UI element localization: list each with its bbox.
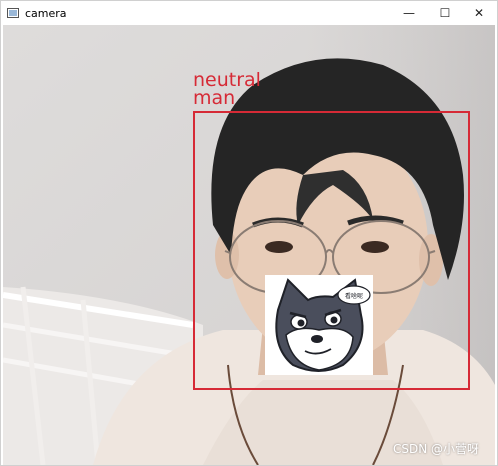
camera-frame: 看啥呢 neutral man CSDN @小菅呀	[3, 25, 495, 465]
title-bar[interactable]: camera — ☐ ✕	[1, 1, 497, 25]
gender-label: man	[193, 87, 236, 109]
close-button[interactable]: ✕	[461, 1, 497, 25]
window-title: camera	[25, 6, 67, 20]
maximize-button[interactable]: ☐	[427, 1, 463, 25]
app-icon	[7, 8, 19, 18]
camera-window: camera — ☐ ✕ 看啥呢 neutral man CSDN @小菅呀	[0, 0, 498, 466]
watermark: CSDN @小菅呀	[392, 442, 479, 456]
minimize-button[interactable]: —	[391, 1, 427, 25]
face-detection-box	[193, 111, 470, 390]
